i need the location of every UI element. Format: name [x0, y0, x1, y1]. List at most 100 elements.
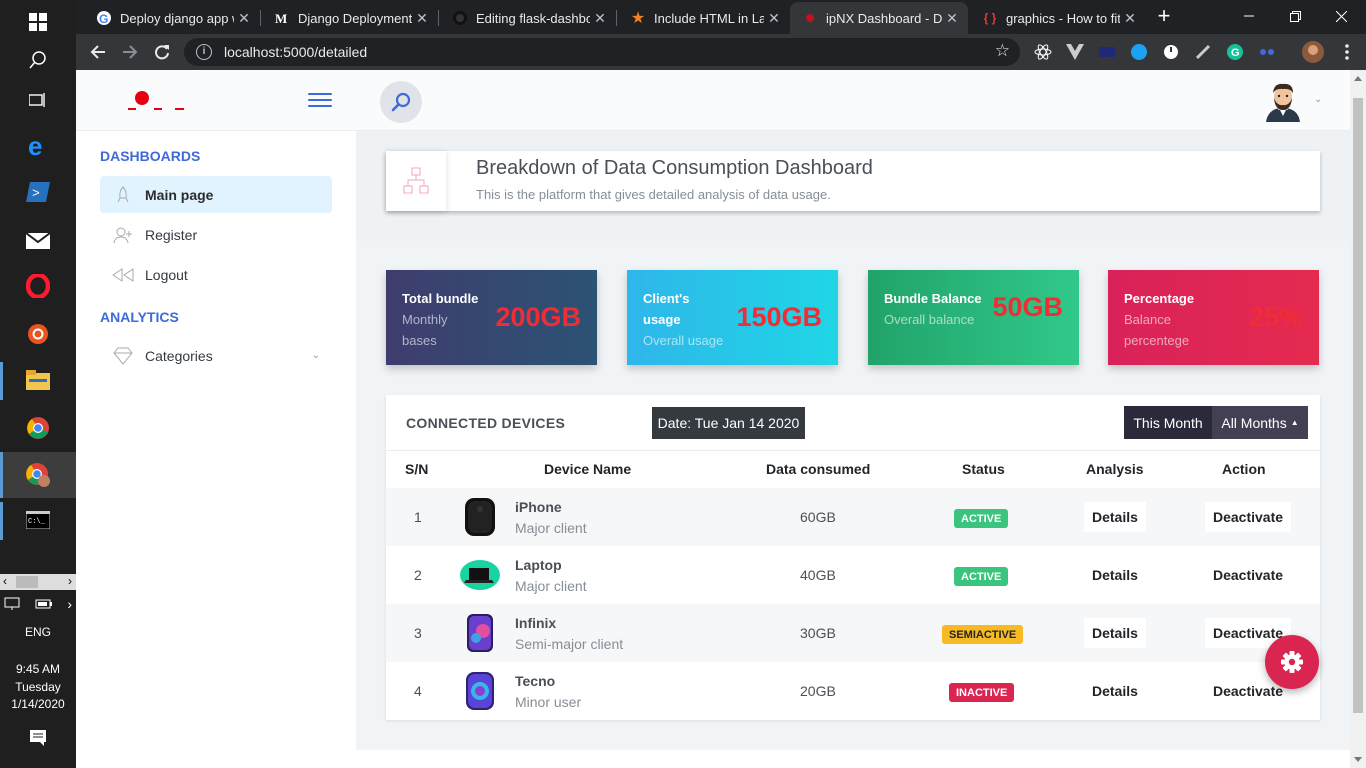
vue-devtools-icon[interactable] — [1066, 43, 1084, 61]
phone-image — [460, 613, 500, 653]
network-icon[interactable] — [4, 597, 20, 611]
page-scrollbar[interactable] — [1350, 70, 1366, 768]
ubuntu-icon[interactable] — [0, 312, 76, 356]
browser-tab[interactable]: ★ Include HTML in LaTe ✕ — [618, 2, 790, 34]
scrollbar-thumb[interactable] — [1353, 98, 1363, 713]
browser-tab[interactable]: Editing flask-dashbo ✕ — [440, 2, 616, 34]
opera-icon[interactable] — [0, 264, 76, 308]
sidebar-item-label: Categories — [145, 347, 213, 364]
grammarly-icon[interactable]: G — [1226, 43, 1244, 61]
user-avatar[interactable] — [1262, 80, 1304, 122]
extension-icon[interactable] — [1098, 43, 1116, 61]
device-name: Infinix — [515, 615, 557, 631]
forward-button[interactable] — [120, 42, 140, 62]
sidebar-item-register[interactable]: Register — [100, 216, 332, 253]
details-button[interactable]: Details — [1084, 676, 1146, 706]
column-header: Device Name — [544, 461, 632, 477]
powershell-icon[interactable]: > — [0, 170, 76, 214]
stat-value: 150GB — [736, 302, 822, 332]
battery-icon[interactable] — [35, 598, 53, 610]
details-button[interactable]: Details — [1084, 502, 1146, 532]
status-badge: ACTIVE — [954, 567, 1009, 586]
close-icon[interactable]: ✕ — [764, 10, 784, 27]
page-title-band: Breakdown of Data Consumption Dashboard … — [356, 131, 1350, 241]
browser-menu-icon[interactable] — [1338, 43, 1356, 61]
browser-tab[interactable]: { } graphics - How to fit ✕ — [970, 2, 1146, 34]
row-sn: 2 — [414, 567, 422, 583]
task-view-icon[interactable] — [0, 78, 76, 122]
main-content: Breakdown of Data Consumption Dashboard … — [356, 131, 1350, 768]
chat-extension-icon[interactable] — [1130, 43, 1148, 61]
clock-time[interactable]: 9:45 AM — [0, 660, 76, 678]
details-button[interactable]: Details — [1084, 560, 1146, 590]
sidebar-item-logout[interactable]: Logout — [100, 256, 332, 293]
chrome-profile-icon[interactable] — [0, 452, 76, 498]
chrome-icon[interactable] — [0, 406, 76, 450]
new-tab-button[interactable]: + — [1150, 0, 1178, 32]
column-header: Data consumed — [766, 461, 871, 477]
sidebar-section-dashboards: DASHBOARDS — [100, 148, 201, 164]
close-icon[interactable]: ✕ — [412, 10, 432, 27]
close-icon[interactable]: ✕ — [1120, 10, 1140, 27]
address-bar[interactable]: i localhost:5000/detailed ☆ — [184, 38, 1020, 66]
close-window-button[interactable] — [1318, 0, 1364, 32]
ipnx-icon — [802, 10, 818, 26]
close-icon[interactable]: ✕ — [234, 10, 254, 27]
edge-icon[interactable]: e — [0, 124, 76, 168]
timer-extension-icon[interactable] — [1162, 43, 1180, 61]
table-row: 4 Tecno Minor user 20GB INACTIVE Details… — [386, 662, 1320, 720]
link-extension-icon[interactable] — [1258, 43, 1276, 61]
taskbar-scroll[interactable]: ‹ › — [0, 574, 76, 590]
mail-icon[interactable] — [0, 218, 76, 262]
search-icon[interactable] — [0, 38, 76, 82]
eyedropper-icon[interactable] — [1194, 43, 1212, 61]
connected-devices-panel: CONNECTED DEVICES Date: Tue Jan 14 2020 … — [386, 395, 1320, 720]
hamburger-menu-icon[interactable] — [308, 93, 332, 109]
bookmark-star-icon[interactable]: ☆ — [995, 41, 1010, 61]
info-icon[interactable]: i — [196, 44, 212, 60]
minimize-button[interactable] — [1226, 0, 1272, 32]
browser-tab[interactable]: M Django Deployment ( ✕ — [262, 2, 438, 34]
github-icon — [452, 10, 468, 26]
chevron-down-icon[interactable]: ⌄ — [1314, 94, 1322, 105]
profile-avatar-icon[interactable] — [1302, 41, 1324, 63]
browser-toolbar: i localhost:5000/detailed ☆ G — [76, 34, 1366, 70]
back-icon — [100, 267, 145, 282]
stat-card-bundle-balance: Bundle Balance Overall balance 50GB — [868, 270, 1079, 365]
deactivate-button[interactable]: Deactivate — [1205, 560, 1292, 590]
sidebar-item-categories[interactable]: Categories ⌄ — [100, 337, 332, 374]
rocket-icon — [100, 185, 145, 204]
browser-tab[interactable]: G Deploy django app w ✕ — [84, 2, 260, 34]
language-indicator[interactable]: ENG — [0, 623, 76, 641]
settings-fab-button[interactable] — [1265, 635, 1319, 689]
deactivate-button[interactable]: Deactivate — [1205, 502, 1292, 532]
close-icon[interactable]: ✕ — [590, 10, 610, 27]
restore-button[interactable] — [1272, 0, 1318, 32]
chevron-down-icon[interactable]: ⌄ — [312, 350, 320, 361]
web-page: ⌄ DASHBOARDS Main page Register Logout A… — [76, 70, 1350, 768]
details-button[interactable]: Details — [1084, 618, 1146, 648]
search-button[interactable] — [380, 81, 422, 123]
sidebar-item-main-page[interactable]: Main page — [100, 176, 332, 213]
row-sn: 1 — [414, 509, 422, 525]
page-title: Breakdown of Data Consumption Dashboard — [476, 157, 873, 179]
app-logo[interactable] — [100, 90, 196, 112]
windows-taskbar: e > C:\_ ‹ › › ENG 9:45 AM Tuesday 1/14/… — [0, 0, 76, 768]
chevron-right-icon[interactable]: › — [67, 596, 72, 612]
google-icon: G — [96, 10, 112, 26]
notification-icon[interactable] — [0, 716, 76, 760]
gear-icon — [1281, 651, 1303, 673]
back-button[interactable] — [88, 42, 108, 62]
close-icon[interactable]: ✕ — [942, 10, 962, 27]
terminal-icon[interactable]: C:\_ — [0, 498, 76, 542]
file-explorer-icon[interactable] — [0, 358, 76, 402]
react-devtools-icon[interactable] — [1034, 43, 1052, 61]
column-header: Analysis — [1086, 461, 1144, 477]
date-button[interactable]: Date: Tue Jan 14 2020 — [652, 407, 805, 439]
this-month-button[interactable]: This Month — [1124, 406, 1212, 439]
browser-tab-active[interactable]: ipNX Dashboard - Da ✕ — [790, 2, 968, 34]
all-months-dropdown[interactable]: All Months ▲ — [1212, 406, 1308, 439]
svg-text:C:\_: C:\_ — [28, 518, 46, 526]
reload-button[interactable] — [152, 42, 172, 62]
sidebar-item-label: Logout — [145, 266, 188, 283]
